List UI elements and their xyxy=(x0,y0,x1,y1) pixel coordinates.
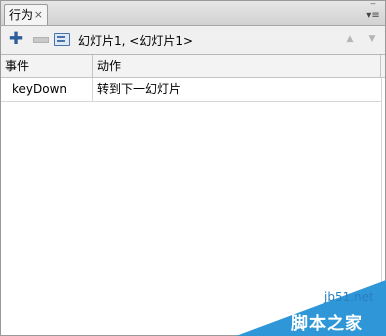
add-behavior-icon[interactable]: ✚ xyxy=(7,31,25,49)
watermark-name: 脚本之家 xyxy=(291,314,363,334)
panel-menu-icon[interactable]: ▾≡ xyxy=(363,9,383,23)
table-header: 事件 动作 xyxy=(1,55,385,78)
panel-tab-bar: 行为 × ‒ ▾≡ xyxy=(1,0,385,26)
target-object-icon xyxy=(54,33,70,46)
toolbar: ✚ 幻灯片1, <幻灯片1> ▲ ▼ xyxy=(1,26,385,55)
event-cell[interactable]: keyDown xyxy=(12,78,67,101)
tab-behaviors[interactable]: 行为 × xyxy=(4,4,48,25)
move-up-icon[interactable]: ▲ xyxy=(344,34,356,44)
tab-label: 行为 xyxy=(9,8,34,22)
move-down-icon[interactable]: ▼ xyxy=(366,34,378,44)
column-header-event[interactable]: 事件 xyxy=(5,55,29,77)
minimize-icon[interactable]: ‒ xyxy=(367,0,379,9)
target-label: 幻灯片1, <幻灯片1> xyxy=(78,34,194,48)
column-divider xyxy=(380,55,381,77)
remove-behavior-icon[interactable] xyxy=(33,37,49,43)
action-cell[interactable]: 转到下一幻灯片 xyxy=(97,78,181,101)
table-row[interactable]: keyDown 转到下一幻灯片 xyxy=(1,78,381,102)
column-header-action[interactable]: 动作 xyxy=(97,55,121,77)
watermark-url: jb51.net xyxy=(324,290,374,304)
column-divider xyxy=(92,78,93,101)
column-divider[interactable] xyxy=(92,55,93,77)
close-icon[interactable]: × xyxy=(34,5,43,25)
